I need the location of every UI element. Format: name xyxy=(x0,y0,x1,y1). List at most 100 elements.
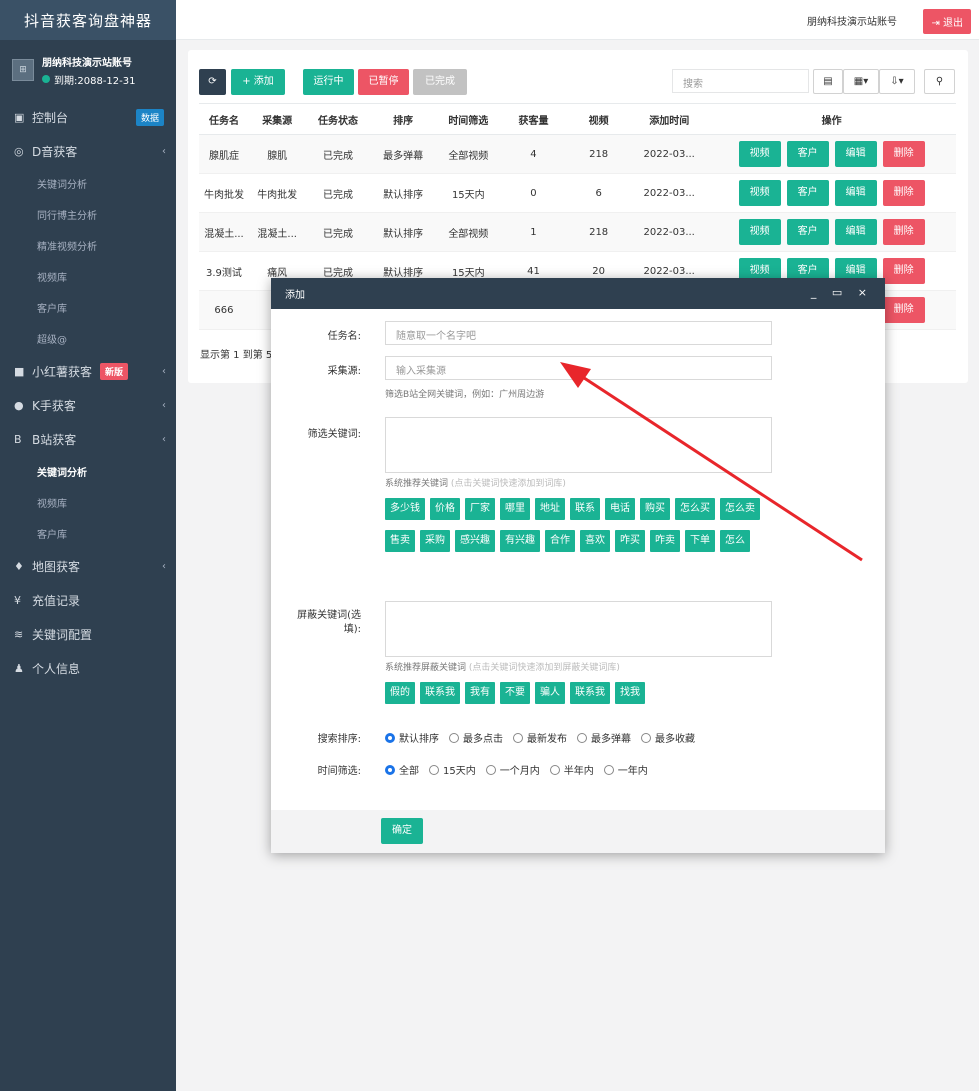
column-header[interactable]: 获客量 xyxy=(500,103,567,135)
filter-running-button[interactable]: 运行中 xyxy=(303,69,354,95)
radio-option[interactable]: 全部 xyxy=(385,762,419,777)
keyword-tag[interactable]: 有兴趣 xyxy=(500,530,540,552)
customer-button[interactable]: 客户 xyxy=(786,180,829,206)
column-header[interactable]: 视频 xyxy=(566,103,632,135)
keyword-tag[interactable]: 骗人 xyxy=(535,682,565,704)
radio-option[interactable]: 最多收藏 xyxy=(641,730,695,745)
sidebar-subitem[interactable]: 视频库 xyxy=(0,487,176,518)
radio-option[interactable]: 最新发布 xyxy=(513,730,567,745)
radio-option[interactable]: 一年内 xyxy=(603,762,648,777)
keyword-tag[interactable]: 电话 xyxy=(605,498,635,520)
keyword-tag[interactable]: 咋卖 xyxy=(650,530,680,552)
keyword-tag[interactable]: 厂家 xyxy=(465,498,495,520)
delete-button[interactable]: 删除 xyxy=(882,141,925,167)
sidebar-subitem[interactable]: 客户库 xyxy=(0,292,176,323)
keyword-tag[interactable]: 售卖 xyxy=(385,530,415,552)
radio-option[interactable]: 最多点击 xyxy=(449,730,503,745)
sidebar-item[interactable]: ■ 小红薯获客 新版 ‹ xyxy=(0,354,176,388)
sidebar-subitem[interactable]: 关键词分析 xyxy=(0,168,176,199)
video-button[interactable]: 视频 xyxy=(738,180,781,206)
keyword-tag[interactable]: 采购 xyxy=(420,530,450,552)
sidebar-item[interactable]: ◎ D音获客 ‹ xyxy=(0,134,176,168)
logout-button[interactable]: ⇥ 退出 xyxy=(923,9,971,34)
keyword-tag[interactable]: 联系我 xyxy=(570,682,610,704)
sidebar-subitem[interactable]: 超级@ xyxy=(0,323,176,354)
keyword-tag[interactable]: 多少钱 xyxy=(385,498,425,520)
keyword-tag[interactable]: 不要 xyxy=(500,682,530,704)
video-button[interactable]: 视频 xyxy=(738,219,781,245)
filter-paused-button[interactable]: 已暂停 xyxy=(358,69,409,95)
sidebar-subitem[interactable]: 精准视频分析 xyxy=(0,230,176,261)
column-header[interactable]: 任务状态 xyxy=(305,103,371,135)
task-name-input[interactable]: 随意取一个名字吧 xyxy=(385,321,772,345)
avatar[interactable]: ⊞ xyxy=(12,59,34,81)
delete-button[interactable]: 删除 xyxy=(882,219,925,245)
edit-button[interactable]: 编辑 xyxy=(834,180,877,206)
radio-option[interactable]: 最多弹幕 xyxy=(577,730,631,745)
customer-button[interactable]: 客户 xyxy=(786,141,829,167)
keyword-tag[interactable]: 我有 xyxy=(465,682,495,704)
columns-button[interactable]: ▦▾ xyxy=(843,69,879,94)
sidebar-item[interactable]: ♦ 地图获客 ‹ xyxy=(0,549,176,583)
delete-button[interactable]: 删除 xyxy=(882,180,925,206)
confirm-button[interactable]: 确定 xyxy=(381,818,423,844)
keyword-tag[interactable]: 合作 xyxy=(545,530,575,552)
sidebar-subitem[interactable]: 视频库 xyxy=(0,261,176,292)
export-button[interactable]: ⇩▾ xyxy=(879,69,915,94)
columns-icon: ▦▾ xyxy=(853,76,869,87)
sidebar-subitem[interactable]: 客户库 xyxy=(0,518,176,549)
block-keywords-textarea[interactable] xyxy=(385,601,772,657)
sidebar-subitem[interactable]: 关键词分析 xyxy=(0,456,176,487)
filter-keywords-textarea[interactable] xyxy=(385,417,772,473)
sidebar-item[interactable]: B B站获客 ‹ xyxy=(0,422,176,456)
keyword-tag[interactable]: 下单 xyxy=(685,530,715,552)
keyword-tag[interactable]: 联系 xyxy=(570,498,600,520)
keyword-tag[interactable]: 假的 xyxy=(385,682,415,704)
keyword-tag[interactable]: 价格 xyxy=(430,498,460,520)
delete-button[interactable]: 删除 xyxy=(882,297,925,323)
radio-option[interactable]: 默认排序 xyxy=(385,730,439,745)
add-button[interactable]: + 添加 xyxy=(231,69,285,95)
sidebar-item[interactable]: ● K手获客 ‹ xyxy=(0,388,176,422)
delete-button[interactable]: 删除 xyxy=(882,258,925,284)
edit-button[interactable]: 编辑 xyxy=(834,219,877,245)
sidebar-item-label: K手获客 xyxy=(32,398,76,413)
radio-option[interactable]: 15天内 xyxy=(429,762,476,777)
table-row: 混凝土... 混凝土... 已完成 默认排序 全部视频 1 218 2022-03... 视频客… xyxy=(199,212,956,252)
sidebar-item[interactable]: ♟ 个人信息 xyxy=(0,651,176,685)
search-button[interactable]: ⚲ xyxy=(924,69,955,94)
block-keywords-hint: 系统推荐屏蔽关键词 (点击关键词快速添加到屏蔽关键词库) xyxy=(385,660,620,673)
keyword-tag[interactable]: 喜欢 xyxy=(580,530,610,552)
edit-button[interactable]: 编辑 xyxy=(834,141,877,167)
sidebar-item[interactable]: ¥ 充值记录 xyxy=(0,583,176,617)
keyword-tag[interactable]: 联系我 xyxy=(420,682,460,704)
column-header[interactable]: 采集源 xyxy=(248,103,306,135)
column-header[interactable]: 任务名 xyxy=(199,103,249,135)
keyword-tag[interactable]: 哪里 xyxy=(500,498,530,520)
modal-window-controls[interactable]: _ ▭ × xyxy=(811,286,873,299)
sidebar-item[interactable]: ▣ 控制台 数据 xyxy=(0,100,176,134)
column-header[interactable]: 添加时间 xyxy=(631,103,708,135)
keyword-tag[interactable]: 感兴趣 xyxy=(455,530,495,552)
search-input[interactable]: 搜索 xyxy=(672,69,809,93)
customer-button[interactable]: 客户 xyxy=(786,219,829,245)
keyword-tag[interactable]: 怎么卖 xyxy=(720,498,760,520)
keyword-tag[interactable]: 咋买 xyxy=(615,530,645,552)
column-header[interactable]: 操作 xyxy=(707,103,956,135)
sidebar-item[interactable]: ≋ 关键词配置 xyxy=(0,617,176,651)
keyword-tag[interactable]: 怎么 xyxy=(720,530,750,552)
refresh-button[interactable]: ⟳ xyxy=(199,69,226,95)
filter-done-button[interactable]: 已完成 xyxy=(413,69,467,95)
column-header[interactable]: 时间筛选 xyxy=(435,103,501,135)
radio-option[interactable]: 一个月内 xyxy=(485,762,540,777)
keyword-tag[interactable]: 购买 xyxy=(640,498,670,520)
column-header[interactable]: 排序 xyxy=(370,103,436,135)
keyword-tag[interactable]: 地址 xyxy=(535,498,565,520)
sidebar-subitem[interactable]: 同行博主分析 xyxy=(0,199,176,230)
video-button[interactable]: 视频 xyxy=(738,141,781,167)
keyword-tag[interactable]: 怎么买 xyxy=(675,498,715,520)
keyword-tag[interactable]: 找我 xyxy=(615,682,645,704)
radio-option[interactable]: 半年内 xyxy=(549,762,594,777)
table-view-button[interactable]: ▤ xyxy=(813,69,843,94)
source-input[interactable]: 输入采集源 xyxy=(385,356,772,380)
